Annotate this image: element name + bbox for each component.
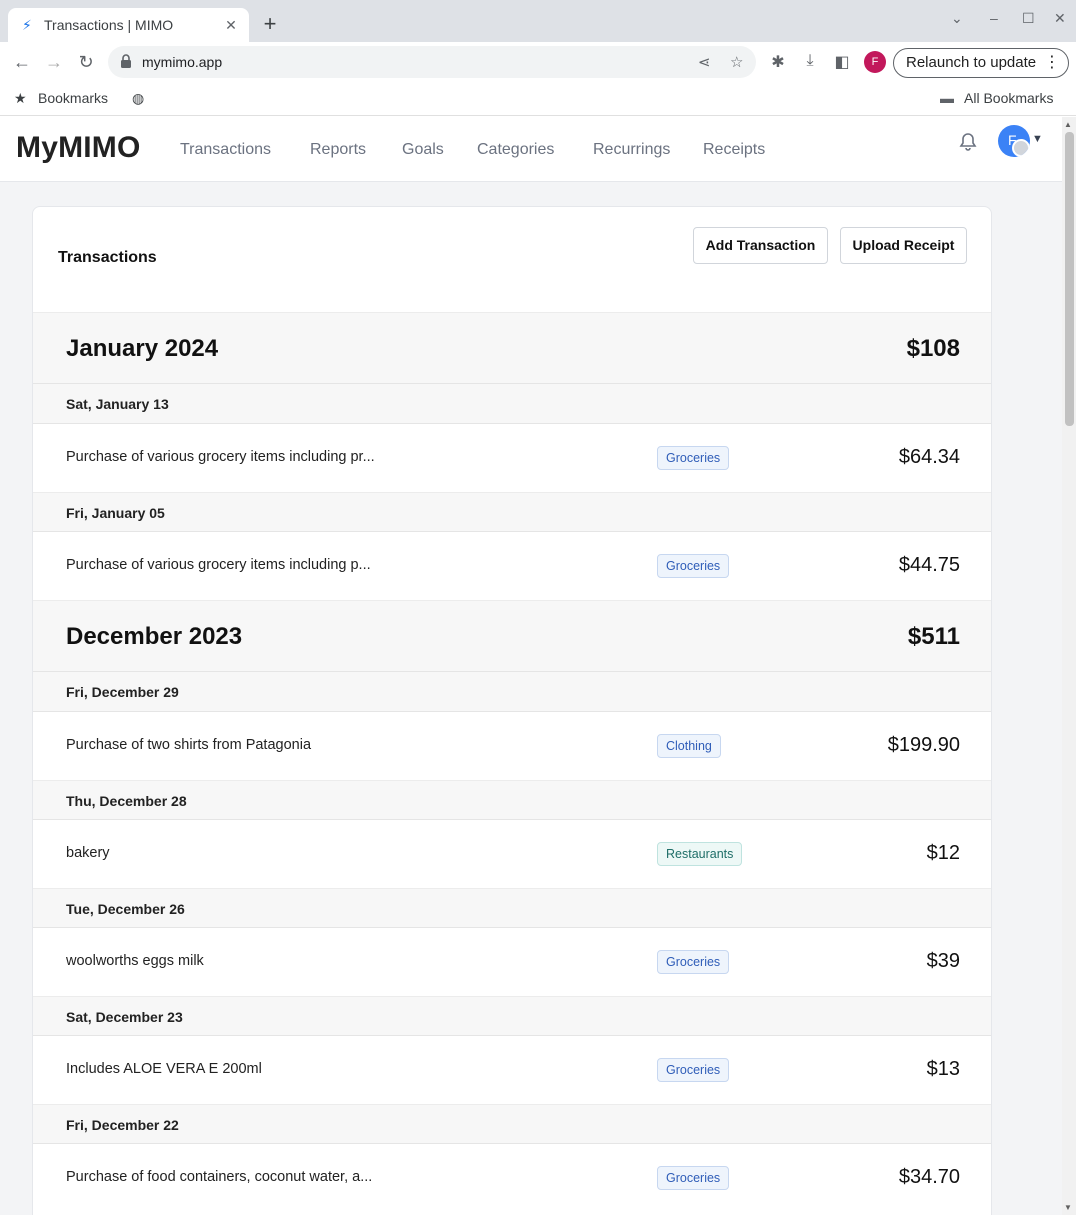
forward-icon[interactable]: → <box>42 50 66 74</box>
nav-goals[interactable]: Goals <box>402 141 444 159</box>
day-date: Thu, December 28 <box>66 793 187 809</box>
transactions-card: Transactions Add Transaction Upload Rece… <box>32 206 992 1215</box>
transaction-amount: $64.34 <box>898 446 960 468</box>
user-icon <box>1012 139 1030 157</box>
transaction-description: bakery <box>66 845 110 861</box>
close-window-icon[interactable]: ✕ <box>1054 10 1066 27</box>
transaction-amount: $12 <box>926 842 960 864</box>
scroll-up-arrow-icon[interactable]: ▲ <box>1064 120 1072 129</box>
transaction-amount: $13 <box>926 1058 960 1080</box>
day-header: Sat, January 13 <box>33 384 991 424</box>
transaction-row[interactable]: Purchase of two shirts from Patagonia Cl… <box>33 712 991 780</box>
scroll-down-arrow-icon[interactable]: ▼ <box>1064 1203 1072 1212</box>
chevron-down-icon[interactable]: ▼ <box>1032 133 1043 145</box>
day-date: Tue, December 26 <box>66 901 185 917</box>
category-badge: Groceries <box>657 1166 730 1190</box>
category-badge: Groceries <box>657 1058 730 1082</box>
main-content: Transactions Add Transaction Upload Rece… <box>0 182 1062 1215</box>
transaction-row[interactable]: woolworths eggs milk Groceries $39 <box>33 928 991 996</box>
transaction-row[interactable]: Purchase of various grocery items includ… <box>33 424 991 492</box>
month-name: December 2023 <box>66 623 243 650</box>
relaunch-label: Relaunch to update <box>906 54 1037 71</box>
category-badge: Groceries <box>657 950 730 974</box>
day-header: Sat, December 23 <box>33 996 991 1036</box>
month-name: January 2024 <box>66 335 219 362</box>
day-date: Fri, January 05 <box>66 505 165 521</box>
relaunch-button[interactable]: Relaunch to update ⋮ <box>893 48 1069 78</box>
transaction-description: Purchase of two shirts from Patagonia <box>66 737 312 753</box>
transaction-description: Purchase of various grocery items includ… <box>66 449 375 465</box>
day-date: Fri, December 22 <box>66 1117 179 1133</box>
category-badge: Groceries <box>657 554 730 578</box>
tab-title: Transactions | MIMO <box>44 17 174 33</box>
month-total: $108 <box>906 335 960 362</box>
url-text: mymimo.app <box>142 54 223 70</box>
share-icon[interactable]: ⋖ <box>698 53 711 71</box>
category-badge: Groceries <box>657 446 730 470</box>
transaction-description: Purchase of food containers, coconut wat… <box>66 1169 373 1185</box>
more-menu-icon[interactable]: ⋮ <box>1044 49 1060 77</box>
side-panel-icon[interactable]: ◧ <box>832 52 852 72</box>
nav-transactions[interactable]: Transactions <box>180 141 271 159</box>
close-tab-icon[interactable]: ✕ <box>223 17 239 34</box>
star-icon: ★ <box>14 90 27 106</box>
transaction-amount: $39 <box>926 950 960 972</box>
all-bookmarks-link[interactable]: All Bookmarks <box>964 90 1053 106</box>
bookmark-star-icon[interactable]: ☆ <box>730 53 743 71</box>
transaction-row[interactable]: bakery Restaurants $12 <box>33 820 991 888</box>
transaction-row[interactable]: Purchase of food containers, coconut wat… <box>33 1144 991 1212</box>
extensions-icon[interactable]: ✱ <box>768 52 788 72</box>
transaction-amount: $44.75 <box>898 554 960 576</box>
category-badge: Restaurants <box>657 842 743 866</box>
day-date: Sat, January 13 <box>66 396 169 412</box>
maximize-icon[interactable]: ☐ <box>1022 10 1035 27</box>
add-transaction-button[interactable]: Add Transaction <box>693 227 828 264</box>
tab-search-chevron-icon[interactable]: ⌄ <box>951 10 963 27</box>
globe-icon[interactable]: ◍ <box>132 90 144 107</box>
browser-tabstrip: ⚡ Transactions | MIMO ✕ + ⌄ – ☐ ✕ <box>0 0 1076 42</box>
app-logo[interactable]: MyMIMO <box>16 131 141 165</box>
scrollbar-thumb[interactable] <box>1065 132 1074 426</box>
day-date: Fri, December 29 <box>66 684 179 700</box>
day-header: Tue, December 26 <box>33 888 991 928</box>
user-avatar[interactable]: F <box>998 125 1030 157</box>
month-total: $511 <box>907 623 960 650</box>
month-header: December 2023 $511 <box>33 600 991 672</box>
nav-categories[interactable]: Categories <box>477 141 554 159</box>
transaction-amount: $199.90 <box>887 734 960 756</box>
day-header: Fri, January 05 <box>33 492 991 532</box>
folder-icon: ▬ <box>940 90 954 106</box>
transaction-row[interactable]: Includes ALOE VERA E 200ml Groceries $13 <box>33 1036 991 1104</box>
upload-receipt-button[interactable]: Upload Receipt <box>840 227 967 264</box>
address-bar[interactable]: mymimo.app ⋖ ☆ <box>108 46 756 78</box>
minimize-icon[interactable]: – <box>990 10 998 26</box>
transaction-description: woolworths eggs milk <box>66 953 204 969</box>
bell-icon[interactable] <box>957 131 979 153</box>
back-icon[interactable]: ← <box>10 50 34 74</box>
day-header: Fri, December 29 <box>33 672 991 712</box>
transaction-row[interactable]: Purchase of various grocery items includ… <box>33 532 991 600</box>
bolt-icon: ⚡ <box>22 17 32 33</box>
browser-profile-avatar[interactable]: F <box>864 51 886 73</box>
day-header: Thu, December 28 <box>33 780 991 820</box>
bookmarks-link[interactable]: Bookmarks <box>38 90 108 106</box>
transaction-description: Purchase of various grocery items includ… <box>66 557 371 573</box>
nav-receipts[interactable]: Receipts <box>703 141 765 159</box>
app-header: MyMIMO Transactions Reports Goals Catego… <box>0 117 1062 182</box>
download-icon[interactable]: ⤓ <box>800 52 820 70</box>
month-header: January 2024 $108 <box>33 312 991 384</box>
nav-recurrings[interactable]: Recurrings <box>593 141 670 159</box>
reload-icon[interactable]: ↻ <box>74 50 98 74</box>
transaction-description: Includes ALOE VERA E 200ml <box>66 1061 262 1077</box>
transaction-amount: $34.70 <box>898 1166 960 1188</box>
browser-tab[interactable]: ⚡ Transactions | MIMO ✕ <box>8 8 249 42</box>
day-date: Sat, December 23 <box>66 1009 183 1025</box>
lock-icon <box>121 54 131 68</box>
nav-reports[interactable]: Reports <box>310 141 366 159</box>
new-tab-icon[interactable]: + <box>258 12 282 36</box>
card-title: Transactions <box>58 249 157 266</box>
bookmarks-bar: ★ Bookmarks ◍ ▬ All Bookmarks <box>0 82 1076 116</box>
day-header: Fri, December 22 <box>33 1104 991 1144</box>
category-badge: Clothing <box>657 734 721 758</box>
